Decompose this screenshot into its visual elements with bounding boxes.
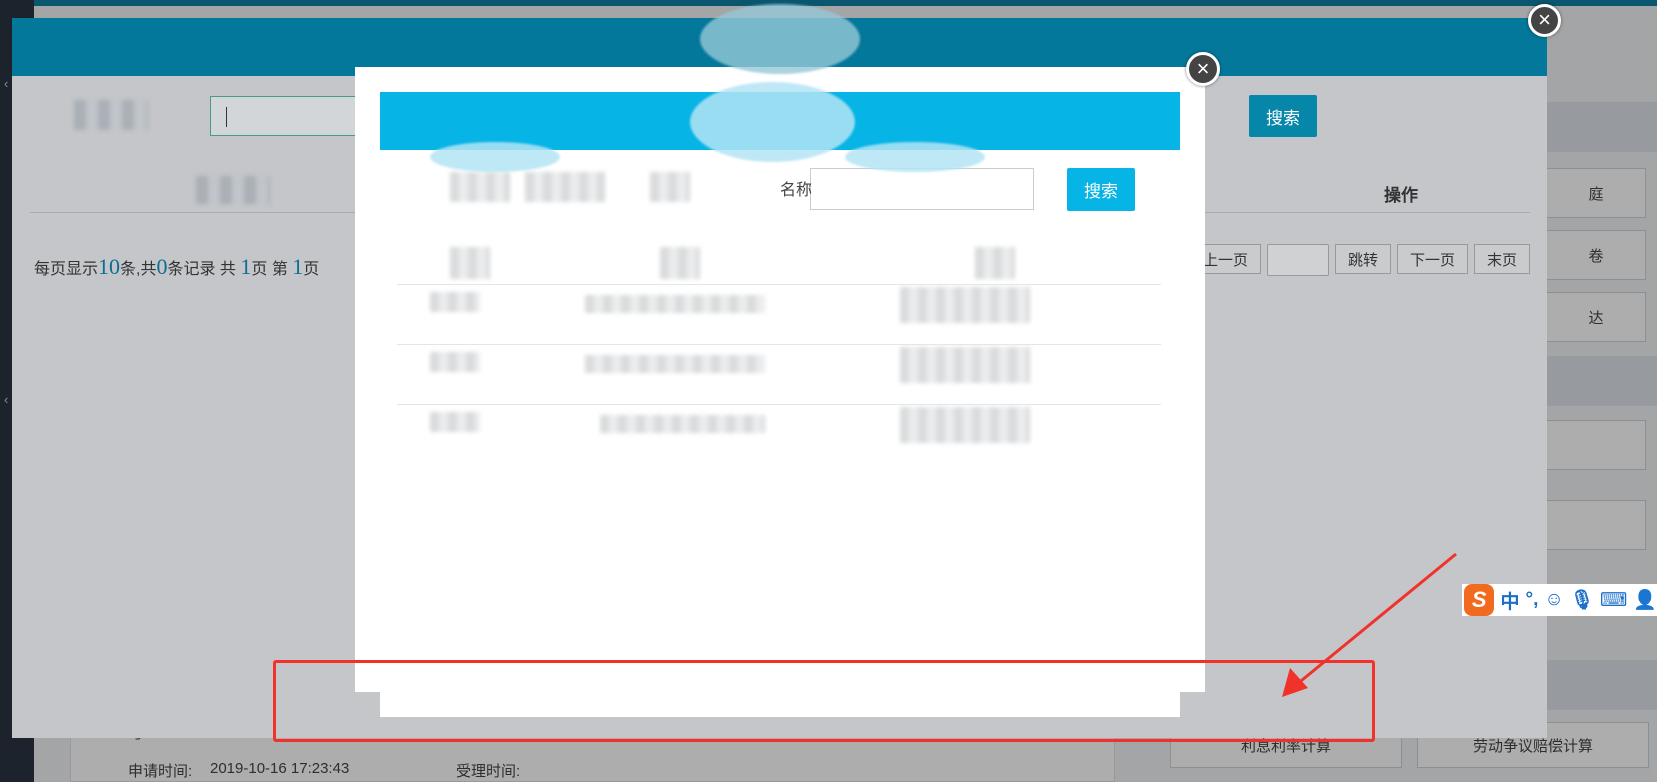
smile-icon[interactable]: ☺: [1544, 589, 1563, 611]
sogou-logo-icon[interactable]: S: [1464, 584, 1495, 616]
user-icon[interactable]: 👤: [1633, 588, 1657, 612]
keyboard-icon[interactable]: ⌨: [1600, 589, 1627, 612]
annotation-arrow-icon: [1282, 552, 1457, 697]
ime-mode-toggle[interactable]: 中: [1500, 587, 1519, 614]
ime-punctuation-toggle[interactable]: °,: [1525, 589, 1538, 611]
ime-toolbar: S 中 °, ☺ 🎙 ⌨ 👤: [1462, 584, 1657, 616]
microphone-icon[interactable]: 🎙: [1570, 588, 1594, 612]
